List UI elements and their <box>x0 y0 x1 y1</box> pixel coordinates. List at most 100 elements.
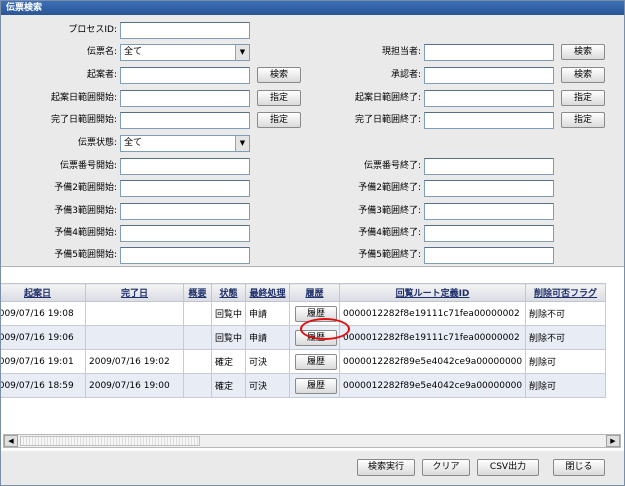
table-header-row: 起案日 完了日 概要 状態 最終処理 履歴 回覧ルート定義ID 削除可否フラグ <box>1 283 606 302</box>
cell-delete-flag: 削除可 <box>525 373 606 398</box>
table-row[interactable]: 2009/07/16 19:06 回覧中 申請 履歴 0000012282f8e… <box>1 325 606 350</box>
cell-history: 履歴 <box>289 349 340 374</box>
approver-input[interactable] <box>424 67 554 84</box>
table-row[interactable]: 2009/07/16 19:01 2009/07/16 19:02 確定 可決 … <box>1 349 606 374</box>
cell-history: 履歴 <box>289 325 340 350</box>
draft-date-start-input[interactable] <box>120 90 250 107</box>
reserve5-end-input[interactable] <box>424 247 554 264</box>
history-button[interactable]: 履歴 <box>295 377 337 394</box>
reserve2-end-label: 予備2範囲終了: <box>358 183 421 193</box>
cell-history: 履歴 <box>289 301 340 326</box>
results-grid: 起案日 完了日 概要 状態 最終処理 履歴 回覧ルート定義ID 削除可否フラグ … <box>1 266 624 451</box>
search-window: 伝票検索 プロセスID: 伝票名: 全て ▼ 現担当者: 検索 起案者: 検索 … <box>0 0 625 486</box>
current-assignee-input[interactable] <box>424 44 554 61</box>
scrollbar-thumb[interactable] <box>20 436 200 446</box>
footer-bar: 検索実行 クリア CSV出力 閉じる <box>1 451 624 485</box>
col-header-complete-date[interactable]: 完了日 <box>85 283 184 302</box>
reserve4-start-label: 予備4範囲開始: <box>54 228 117 238</box>
complete-date-start-input[interactable] <box>120 112 250 129</box>
col-header-draft-date[interactable]: 起案日 <box>1 283 86 302</box>
table-row[interactable]: 2009/07/16 19:08 回覧中 申請 履歴 0000012282f8e… <box>1 301 606 326</box>
reserve4-end-input[interactable] <box>424 225 554 242</box>
col-header-last-action[interactable]: 最終処理 <box>245 283 290 302</box>
reserve5-start-input[interactable] <box>120 247 250 264</box>
reserve4-start-input[interactable] <box>120 225 250 242</box>
chevron-down-icon: ▼ <box>235 45 249 60</box>
draft-date-start-label: 起案日範囲開始: <box>50 93 117 103</box>
csv-output-button[interactable]: CSV出力 <box>477 459 539 476</box>
cell-status: 回覧中 <box>211 301 246 326</box>
approver-label: 承認者: <box>390 70 421 80</box>
cell-complete-date: 2009/07/16 19:02 <box>85 349 184 374</box>
reserve3-end-input[interactable] <box>424 203 554 220</box>
cell-last-action: 申請 <box>245 325 290 350</box>
process-id-label: プロセスID: <box>68 25 117 35</box>
cell-complete-date <box>85 301 184 326</box>
window-title: 伝票検索 <box>1 1 624 15</box>
close-button[interactable]: 閉じる <box>553 459 605 476</box>
cell-status: 確定 <box>211 373 246 398</box>
complete-date-end-label: 完了日範囲終了: <box>354 115 421 125</box>
search-form: プロセスID: 伝票名: 全て ▼ 現担当者: 検索 起案者: 検索 承認者: … <box>1 15 624 265</box>
slip-status-value: 全て <box>124 138 143 148</box>
cell-summary <box>183 325 212 350</box>
cell-last-action: 申請 <box>245 301 290 326</box>
cell-route-id: 0000012282f8e19111c71fea00000002 <box>339 301 526 326</box>
reserve5-start-label: 予備5範囲開始: <box>54 250 117 260</box>
slip-name-value: 全て <box>124 47 143 57</box>
table-row[interactable]: 2009/07/16 18:59 2009/07/16 19:00 確定 可決 … <box>1 373 606 398</box>
cell-summary <box>183 301 212 326</box>
cell-history: 履歴 <box>289 373 340 398</box>
col-header-summary[interactable]: 概要 <box>183 283 212 302</box>
complete-date-end-specify-button[interactable]: 指定 <box>561 112 605 128</box>
draft-date-end-specify-button[interactable]: 指定 <box>561 90 605 106</box>
execute-search-button[interactable]: 検索実行 <box>357 459 415 476</box>
drafter-input[interactable] <box>120 67 250 84</box>
cell-draft-date: 2009/07/16 18:59 <box>1 373 86 398</box>
arrow-right-icon[interactable]: ▶ <box>606 435 620 447</box>
arrow-left-icon[interactable]: ◀ <box>4 435 18 447</box>
slip-no-end-label: 伝票番号終了: <box>363 161 421 171</box>
reserve2-end-input[interactable] <box>424 180 554 197</box>
current-assignee-search-button[interactable]: 検索 <box>561 44 605 60</box>
cell-summary <box>183 349 212 374</box>
slip-name-select[interactable]: 全て ▼ <box>120 44 250 61</box>
draft-date-start-specify-button[interactable]: 指定 <box>257 90 301 106</box>
slip-status-select[interactable]: 全て ▼ <box>120 135 250 152</box>
complete-date-start-specify-button[interactable]: 指定 <box>257 112 301 128</box>
slip-no-start-input[interactable] <box>120 158 250 175</box>
history-button[interactable]: 履歴 <box>295 353 337 370</box>
horizontal-scrollbar[interactable]: ◀ ▶ <box>3 434 621 448</box>
reserve5-end-label: 予備5範囲終了: <box>358 250 421 260</box>
reserve2-start-label: 予備2範囲開始: <box>54 183 117 193</box>
complete-date-start-label: 完了日範囲開始: <box>50 115 117 125</box>
clear-button[interactable]: クリア <box>422 459 470 476</box>
draft-date-end-input[interactable] <box>424 90 554 107</box>
cell-draft-date: 2009/07/16 19:01 <box>1 349 86 374</box>
reserve3-start-label: 予備3範囲開始: <box>54 206 117 216</box>
slip-no-end-input[interactable] <box>424 158 554 175</box>
complete-date-end-input[interactable] <box>424 112 554 129</box>
process-id-input[interactable] <box>120 22 250 39</box>
col-header-history[interactable]: 履歴 <box>289 283 340 302</box>
cell-complete-date: 2009/07/16 19:00 <box>85 373 184 398</box>
slip-status-label: 伝票状態: <box>77 138 117 148</box>
approver-search-button[interactable]: 検索 <box>561 67 605 83</box>
col-header-delete-flag[interactable]: 削除可否フラグ <box>525 283 606 302</box>
history-button[interactable]: 履歴 <box>295 329 337 346</box>
cell-draft-date: 2009/07/16 19:08 <box>1 301 86 326</box>
cell-summary <box>183 373 212 398</box>
reserve3-end-label: 予備3範囲終了: <box>358 206 421 216</box>
results-table: 起案日 完了日 概要 状態 最終処理 履歴 回覧ルート定義ID 削除可否フラグ … <box>1 283 606 398</box>
history-button[interactable]: 履歴 <box>295 305 337 322</box>
cell-delete-flag: 削除可 <box>525 349 606 374</box>
cell-status: 回覧中 <box>211 325 246 350</box>
col-header-route-id[interactable]: 回覧ルート定義ID <box>339 283 526 302</box>
drafter-search-button[interactable]: 検索 <box>257 67 301 83</box>
reserve2-start-input[interactable] <box>120 180 250 197</box>
current-assignee-label: 現担当者: <box>381 47 421 57</box>
cell-delete-flag: 削除不可 <box>525 301 606 326</box>
cell-status: 確定 <box>211 349 246 374</box>
col-header-status[interactable]: 状態 <box>211 283 246 302</box>
reserve3-start-input[interactable] <box>120 203 250 220</box>
